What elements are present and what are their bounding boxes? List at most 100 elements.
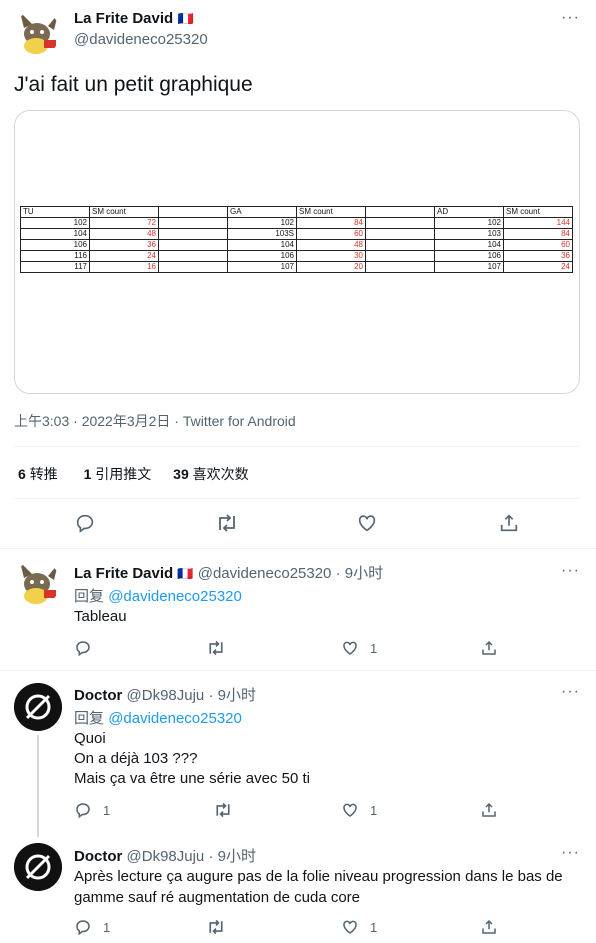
sheet-row: 106 36 104 48 104 60 [20,239,573,251]
sheet-cell: GA [227,206,297,218]
sheet-empty-cell [158,261,228,273]
reply-icon[interactable] [74,801,92,819]
sheet-cell: SM count [296,206,366,218]
reply-author-name[interactable]: La Frite David [74,565,173,582]
like-icon[interactable] [341,918,359,936]
sheet-empty-cell [158,250,228,262]
sheet-empty-cell [365,250,435,262]
more-options-icon[interactable]: ··· [561,683,580,701]
retweet-icon[interactable] [206,639,226,657]
flag-icon: 🇫🇷 [177,11,194,26]
more-options-icon[interactable]: ··· [561,562,580,580]
reply-meta[interactable]: @Dk98Juju · 9小时 [127,848,256,865]
like-count: 1 [370,920,378,935]
sheet-cell: SM count [503,206,573,218]
sheet-cell: AD [434,206,504,218]
sheet-empty-cell [158,239,228,251]
sheet-cell: TU [20,206,90,218]
sheet-cell: 107 [434,261,504,273]
sheet-empty-cell [365,206,435,218]
sheet-cell: 104 [227,239,297,251]
quote-stat[interactable]: 1 引用推文 [84,466,156,482]
reply-text: Après lecture ça augure pas de la folie … [74,868,563,906]
more-options-icon[interactable]: ··· [561,9,580,27]
reply-count: 1 [103,920,111,935]
sheet-cell: 106 [434,250,504,262]
retweet-icon[interactable] [215,512,239,534]
sheet-cell: 16 [89,261,159,273]
reply-meta[interactable]: @davideneco25320 · 9小时 [198,565,383,582]
sheet-cell: 84 [503,228,573,240]
reply-author-name[interactable]: Doctor [74,848,122,865]
sheet-cell: 36 [89,239,159,251]
reply-text: Quoi On a déjà 103 ??? Mais ça va être u… [74,730,310,787]
share-icon[interactable] [480,918,498,936]
sheet-cell: 102 [227,217,297,229]
like-icon[interactable] [356,512,378,534]
sheet-cell: 60 [296,228,366,240]
sheet-cell: 24 [503,261,573,273]
reply-meta[interactable]: @Dk98Juju · 9小时 [127,687,256,704]
retweet-stat[interactable]: 6 转推 [18,466,62,482]
sheet-empty-cell [158,217,228,229]
author-name[interactable]: La Frite David [74,10,173,27]
sheet-row: 117 16 107 20 107 24 [20,261,573,273]
sheet-cell: 106 [227,250,297,262]
sheet-cell: 60 [503,239,573,251]
reply-author-name[interactable]: Doctor [74,687,122,704]
like-icon[interactable] [341,801,359,819]
tweet-timestamp[interactable]: 上午3:03 · 2022年3月2日 · Twitter for Android [14,411,296,431]
spreadsheet: TU SM count GA SM count AD SM count 102 72 102 84… [20,206,573,273]
tweet-image[interactable]: TU SM count GA SM count AD SM count 102 72 102 84… [14,110,580,394]
sheet-cell: 104 [434,239,504,251]
author-handle[interactable]: @davideneco25320 [74,31,208,48]
sheet-cell: 24 [89,250,159,262]
flag-icon: 🇫🇷 [177,566,194,581]
sheet-cell: 144 [503,217,573,229]
sheet-cell: 117 [20,261,90,273]
share-icon[interactable] [498,512,520,534]
reply-to-link[interactable]: @davideneco25320 [108,588,242,605]
sheet-cell: 106 [20,239,90,251]
sheet-cell: 102 [20,217,90,229]
sheet-cell: 48 [296,239,366,251]
reply-text: Tableau [74,608,127,625]
sheet-header-row: TU SM count GA SM count AD SM count [20,206,573,218]
sheet-cell: 48 [89,228,159,240]
sheet-cell: 103S [227,228,297,240]
sheet-cell: 36 [503,250,573,262]
avatar[interactable] [14,683,62,731]
sheet-empty-cell [365,239,435,251]
reply-prefix: 回复 [74,588,105,605]
reply-prefix: 回复 [74,710,105,727]
reply-to-link[interactable]: @davideneco25320 [108,710,242,727]
more-options-icon[interactable]: ··· [561,844,580,862]
reply-icon[interactable] [74,512,96,534]
sheet-row: 116 24 106 30 106 36 [20,250,573,262]
avatar[interactable] [14,560,60,606]
sheet-cell: 30 [296,250,366,262]
sheet-row: 102 72 102 84 102 144 [20,217,573,229]
sheet-cell: 20 [296,261,366,273]
share-icon[interactable] [480,801,498,819]
share-icon[interactable] [480,639,498,657]
reply-icon[interactable] [74,639,92,657]
like-icon[interactable] [341,639,359,657]
sheet-cell: 102 [434,217,504,229]
retweet-icon[interactable] [213,801,233,819]
avatar[interactable] [14,10,60,56]
sheet-empty-cell [158,206,228,218]
reply-icon[interactable] [74,918,92,936]
tweet-text: J'ai fait un petit graphique [14,73,253,96]
retweet-icon[interactable] [206,918,226,936]
like-stat[interactable]: 39 喜欢次数 [173,466,248,482]
sheet-empty-cell [365,228,435,240]
sheet-cell: 104 [20,228,90,240]
sheet-cell: SM count [89,206,159,218]
sheet-empty-cell [365,261,435,273]
avatar[interactable] [14,843,62,891]
sheet-empty-cell [365,217,435,229]
sheet-cell: 107 [227,261,297,273]
sheet-cell: 84 [296,217,366,229]
like-count: 1 [370,803,378,818]
